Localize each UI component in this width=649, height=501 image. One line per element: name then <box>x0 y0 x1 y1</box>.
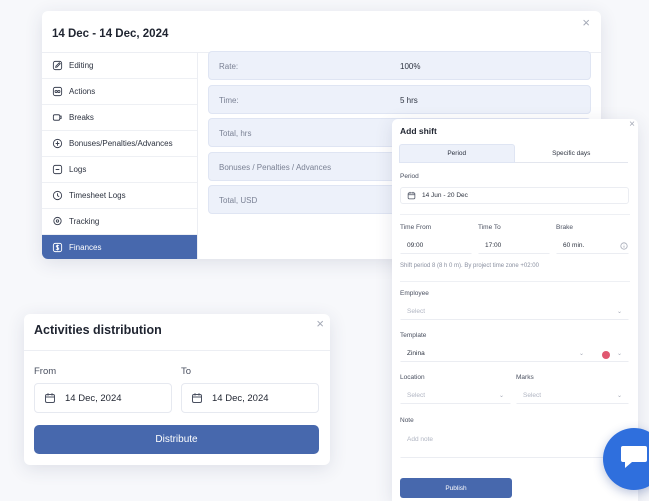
time-from-field[interactable]: 09:00 <box>400 237 472 254</box>
chevron-down-icon: ⌄ <box>616 393 622 399</box>
from-label: From <box>34 366 57 377</box>
tab-period[interactable]: Period <box>399 144 515 163</box>
calendar-icon <box>407 191 416 200</box>
template-color-dot[interactable] <box>602 351 610 359</box>
chevron-down-icon: ⌄ <box>616 351 622 357</box>
marks-label: Marks <box>516 374 534 381</box>
from-date-value: 14 Dec, 2024 <box>65 392 122 404</box>
to-date-value: 14 Dec, 2024 <box>212 392 269 404</box>
to-date-field[interactable]: 14 Dec, 2024 <box>181 383 319 413</box>
section-divider <box>400 281 630 282</box>
break-field[interactable]: 60 min. <box>556 237 629 254</box>
logs-icon <box>52 164 63 175</box>
row-label: Rate: <box>219 62 239 71</box>
sidebar-item-label: Tracking <box>69 217 100 226</box>
sidebar-item-finances[interactable]: Finances <box>42 235 197 259</box>
sidebar-item-label: Finances <box>69 243 102 252</box>
calendar-icon <box>192 393 202 403</box>
period-field[interactable]: 14 Jun - 20 Dec <box>400 187 629 204</box>
sidebar-item-label: Breaks <box>69 113 94 122</box>
employee-select[interactable]: Select ⌄ <box>400 303 629 320</box>
chevron-down-icon: ⌄ <box>498 393 504 399</box>
calendar-icon <box>45 393 55 403</box>
activities-distribution-dialog: Activities distribution × From To 14 Dec… <box>24 314 330 465</box>
time-to-value: 17:00 <box>485 242 502 249</box>
dialog-title: Add shift <box>400 126 437 136</box>
close-icon[interactable]: × <box>582 16 590 29</box>
chat-icon <box>621 446 647 468</box>
clock-icon <box>52 190 63 201</box>
dollar-icon <box>52 242 63 253</box>
tab-specific-days[interactable]: Specific days <box>514 144 628 163</box>
location-label: Location <box>400 374 425 381</box>
row-label: Time: <box>219 95 239 105</box>
period-label: Period <box>400 173 419 180</box>
sidebar-item-editing[interactable]: Editing <box>42 53 197 79</box>
add-shift-dialog: Add shift × Period Specific days Period … <box>392 119 638 501</box>
period-value: 14 Jun - 20 Dec <box>422 192 468 199</box>
row-label: Total, USD <box>219 196 258 205</box>
close-icon[interactable]: × <box>629 120 635 130</box>
finance-row-rate: Rate: 100% <box>208 51 591 80</box>
note-placeholder: Add note <box>407 436 434 443</box>
marks-placeholder: Select <box>523 392 542 399</box>
location-placeholder: Select <box>407 392 426 399</box>
distribute-button[interactable]: Distribute <box>34 425 319 454</box>
row-value: 100% <box>400 62 421 71</box>
actions-icon <box>52 86 63 97</box>
template-select[interactable]: Zinina ⌄ ⌄ <box>400 345 629 362</box>
employee-placeholder: Select <box>407 308 426 315</box>
sidebar-item-actions[interactable]: Actions <box>42 79 197 105</box>
sidebar-item-label: Logs <box>69 165 87 174</box>
sidebar-item-label: Timesheet Logs <box>69 191 126 200</box>
time-from-label: Time From <box>400 224 432 231</box>
header-divider <box>24 350 330 351</box>
note-label: Note <box>400 417 414 424</box>
break-label: Brake <box>556 224 573 231</box>
finance-row-time: Time: 5 hrs <box>208 84 591 114</box>
template-value: Zinina <box>407 350 425 357</box>
marks-select[interactable]: Select ⌄ <box>516 387 629 404</box>
close-icon[interactable]: × <box>316 317 324 330</box>
location-select[interactable]: Select ⌄ <box>400 387 511 404</box>
sidebar-item-label: Editing <box>69 61 94 70</box>
sidebar-item-timesheet-logs[interactable]: Timesheet Logs <box>42 183 197 209</box>
to-label: To <box>181 366 192 377</box>
chevron-down-icon: ⌄ <box>578 351 584 357</box>
publish-button[interactable]: Publish <box>400 478 512 498</box>
sidebar: Editing Actions Breaks Bonuses/Penalties… <box>42 53 197 259</box>
shift-mode-tabs: Period Specific days <box>399 144 628 163</box>
sidebar-item-tracking[interactable]: Tracking <box>42 209 197 235</box>
time-to-label: Time To <box>478 224 501 231</box>
employee-label: Employee <box>400 290 429 297</box>
section-divider <box>400 214 630 215</box>
from-date-field[interactable]: 14 Dec, 2024 <box>34 383 172 413</box>
sidebar-item-logs[interactable]: Logs <box>42 157 197 183</box>
row-value: 5 hrs <box>400 95 418 105</box>
dialog-title: Activities distribution <box>34 323 162 337</box>
row-label: Bonuses / Penalties / Advances <box>219 162 332 172</box>
shift-period-hint: Shift period 8 (8 h 0 m). By project tim… <box>400 263 539 269</box>
sidebar-divider <box>197 53 198 259</box>
bonus-icon <box>52 138 63 149</box>
template-label: Template <box>400 332 427 339</box>
row-label: Total, hrs <box>219 129 252 138</box>
sidebar-item-label: Bonuses/Penalties/Advances <box>69 139 173 148</box>
coffee-icon <box>52 114 62 121</box>
chevron-down-icon: ⌄ <box>616 309 622 315</box>
sidebar-item-bonuses[interactable]: Bonuses/Penalties/Advances <box>42 131 197 157</box>
note-field[interactable]: Add note <box>400 430 629 458</box>
time-from-value: 09:00 <box>407 242 424 249</box>
info-icon[interactable] <box>620 242 628 250</box>
time-to-field[interactable]: 17:00 <box>478 237 550 254</box>
break-value: 60 min. <box>563 242 585 249</box>
panel-title: 14 Dec - 14 Dec, 2024 <box>52 28 169 40</box>
sidebar-item-breaks[interactable]: Breaks <box>42 105 197 131</box>
sidebar-item-label: Actions <box>69 87 96 96</box>
edit-icon <box>52 60 63 71</box>
location-icon <box>53 216 62 226</box>
